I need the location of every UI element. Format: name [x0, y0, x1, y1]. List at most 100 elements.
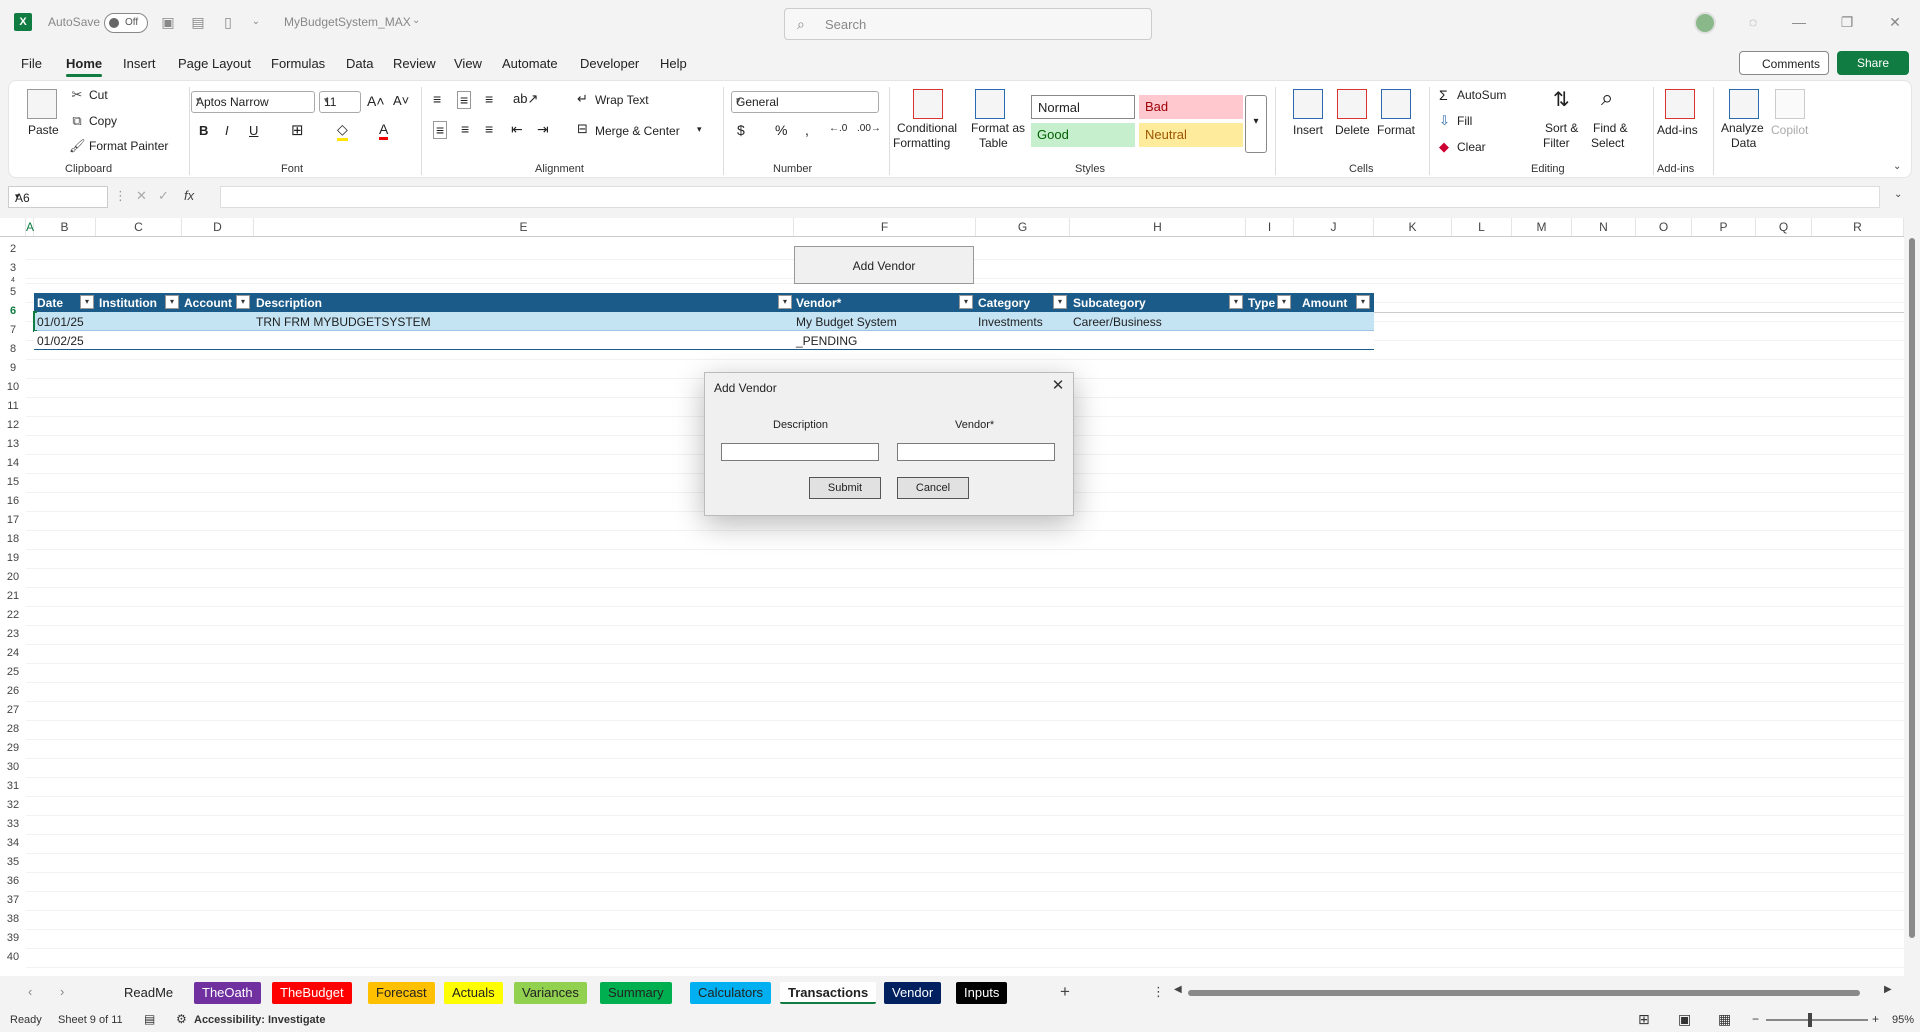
row-header[interactable]: 8: [0, 340, 26, 359]
zoom-slider-thumb[interactable]: [1808, 1013, 1812, 1027]
row-header[interactable]: 15: [0, 473, 26, 492]
collapse-ribbon-icon[interactable]: ⌄: [1893, 161, 1901, 172]
filter-icon[interactable]: ▾: [1277, 295, 1291, 309]
filter-icon[interactable]: ▾: [1053, 295, 1067, 309]
align-middle-icon[interactable]: ≡: [457, 91, 472, 109]
column-header[interactable]: B: [34, 218, 96, 236]
row-header[interactable]: 20: [0, 568, 26, 587]
scroll-right-icon[interactable]: ▶: [1884, 984, 1892, 995]
menu-home[interactable]: Home: [66, 56, 103, 77]
cell-category[interactable]: Investments: [978, 315, 1043, 329]
column-header[interactable]: L: [1452, 218, 1512, 236]
sheet-tab-theoath[interactable]: TheOath: [194, 982, 261, 1004]
filter-icon[interactable]: ▾: [236, 295, 250, 309]
filter-icon[interactable]: ▾: [80, 295, 94, 309]
delete-cells-button[interactable]: Delete: [1335, 123, 1370, 137]
row-header[interactable]: 32: [0, 796, 26, 815]
row-header[interactable]: 29: [0, 739, 26, 758]
currency-icon[interactable]: $: [737, 122, 745, 138]
underline-icon[interactable]: U: [249, 123, 258, 138]
row-header[interactable]: 37: [0, 891, 26, 910]
column-header[interactable]: F: [794, 218, 976, 236]
row-header[interactable]: 38: [0, 910, 26, 929]
row-header[interactable]: 11: [0, 397, 26, 416]
row-header[interactable]: 28: [0, 720, 26, 739]
style-bad[interactable]: Bad: [1139, 95, 1243, 119]
description-field[interactable]: [721, 443, 879, 461]
sheet-tab-variances[interactable]: Variances: [514, 982, 587, 1004]
clear-button[interactable]: Clear: [1457, 140, 1486, 154]
add-vendor-sheet-button[interactable]: Add Vendor: [794, 246, 974, 284]
confirm-entry-icon[interactable]: ✓: [158, 188, 169, 204]
avatar[interactable]: [1694, 12, 1716, 34]
cancel-entry-icon[interactable]: ✕: [136, 188, 147, 204]
style-normal[interactable]: Normal: [1031, 95, 1135, 119]
row-header[interactable]: 21: [0, 587, 26, 606]
decrease-font-icon[interactable]: A˅: [393, 93, 409, 108]
font-name-select[interactable]: Aptos Narrow ▾: [191, 91, 315, 113]
comments-button[interactable]: Comments: [1739, 51, 1829, 75]
filter-icon[interactable]: ▾: [959, 295, 973, 309]
name-box[interactable]: A6 ▾: [8, 186, 108, 208]
formula-input[interactable]: [220, 186, 1880, 208]
zoom-slider[interactable]: [1766, 1019, 1868, 1021]
conditional-formatting-button[interactable]: Conditional: [897, 121, 957, 135]
row-header[interactable]: 34: [0, 834, 26, 853]
align-bottom-icon[interactable]: ≡: [485, 91, 493, 107]
function-icon[interactable]: fx: [184, 188, 194, 203]
row-header[interactable]: 31: [0, 777, 26, 796]
table-row[interactable]: 01/02/25 _PENDING: [34, 331, 1374, 350]
cut-button[interactable]: Cut: [89, 88, 108, 102]
row-header[interactable]: 9: [0, 359, 26, 378]
paste-label[interactable]: Paste: [28, 123, 59, 137]
save-as-icon[interactable]: ▤: [190, 14, 206, 30]
horizontal-scrollbar-thumb[interactable]: [1188, 990, 1860, 996]
column-header[interactable]: Q: [1756, 218, 1812, 236]
submit-button[interactable]: Submit: [809, 477, 881, 499]
vendor-field[interactable]: [897, 443, 1055, 461]
insert-cells-button[interactable]: Insert: [1293, 123, 1323, 137]
fill-button[interactable]: Fill: [1457, 114, 1472, 128]
cell-vendor[interactable]: My Budget System: [796, 315, 897, 329]
row-header[interactable]: 36: [0, 872, 26, 891]
align-left-icon[interactable]: ≡: [433, 121, 448, 139]
sheet-tab-vendor[interactable]: Vendor: [884, 982, 942, 1004]
search-box[interactable]: ⌕ Search: [784, 8, 1152, 40]
styles-more-icon[interactable]: ▾: [1245, 95, 1267, 153]
row-header[interactable]: 3: [0, 259, 26, 278]
increase-font-icon[interactable]: A˄: [367, 93, 385, 109]
menu-view[interactable]: View: [454, 56, 482, 71]
sheet-tab-thebudget[interactable]: TheBudget: [272, 982, 352, 1004]
fill-color-icon[interactable]: ◇: [337, 121, 348, 141]
column-header[interactable]: G: [976, 218, 1070, 236]
cell-date[interactable]: 01/02/25: [37, 334, 84, 348]
cell-description[interactable]: TRN FRM MYBUDGETSYSTEM: [256, 315, 431, 329]
row-header[interactable]: 24: [0, 644, 26, 663]
filter-icon[interactable]: ▾: [165, 295, 179, 309]
row-header[interactable]: 33: [0, 815, 26, 834]
file-name[interactable]: MyBudgetSystem_MAX: [284, 15, 411, 29]
column-header[interactable]: K: [1374, 218, 1452, 236]
table-row[interactable]: 01/01/25 TRN FRM MYBUDGETSYSTEM My Budge…: [34, 312, 1374, 331]
decrease-indent-icon[interactable]: ⇤: [511, 121, 523, 138]
row-header[interactable]: 25: [0, 663, 26, 682]
cell-subcategory[interactable]: Career/Business: [1073, 315, 1162, 329]
align-center-icon[interactable]: ≡: [461, 121, 469, 137]
minimize-icon[interactable]: —: [1784, 11, 1814, 33]
comma-icon[interactable]: ,: [805, 122, 809, 138]
font-size-select[interactable]: 11 ▾: [319, 91, 361, 113]
column-header[interactable]: D: [182, 218, 254, 236]
menu-developer[interactable]: Developer: [580, 56, 639, 71]
sheet-tab-inputs[interactable]: Inputs: [956, 982, 1008, 1004]
increase-indent-icon[interactable]: ⇥: [537, 121, 549, 138]
menu-page-layout[interactable]: Page Layout: [178, 56, 251, 71]
column-header[interactable]: J: [1294, 218, 1374, 236]
column-header[interactable]: I: [1246, 218, 1294, 236]
row-header[interactable]: 12: [0, 416, 26, 435]
page-break-view-icon[interactable]: ▦: [1718, 1011, 1731, 1028]
analyze-data-button[interactable]: Analyze: [1721, 121, 1764, 135]
column-header[interactable]: H: [1070, 218, 1246, 236]
cancel-button[interactable]: Cancel: [897, 477, 969, 499]
accessibility-status[interactable]: Accessibility: Investigate: [194, 1014, 325, 1026]
select-all-corner[interactable]: [0, 218, 26, 236]
